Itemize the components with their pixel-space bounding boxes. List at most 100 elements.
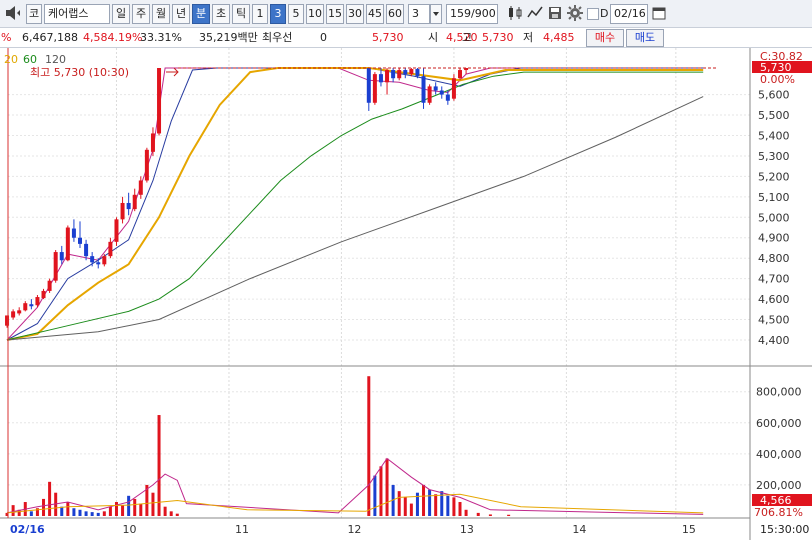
legend-ma20: 20 (4, 53, 18, 66)
period-minute-button[interactable]: 분 (192, 4, 210, 24)
volume-bar (42, 498, 46, 516)
candle-body (71, 228, 76, 238)
volume-bar (96, 512, 100, 516)
time-tick-label: 14 (572, 523, 586, 536)
top-priority-label: 최우선 (262, 31, 293, 44)
candle-body (108, 241, 113, 257)
candle-body (391, 70, 396, 79)
price-tick-label: 4,900 (758, 232, 790, 245)
period-month-button[interactable]: 월 (152, 4, 170, 24)
period-week-button[interactable]: 주 (132, 4, 150, 24)
candle-body (458, 70, 462, 79)
candle-body (150, 133, 155, 152)
indicator-icon[interactable] (526, 4, 544, 24)
d-checkbox[interactable] (587, 8, 599, 20)
candle-body (114, 219, 119, 242)
candle-body (433, 86, 438, 91)
interval-30-button[interactable]: 30 (346, 4, 364, 24)
period-second-button[interactable]: 초 (212, 4, 230, 24)
volume-tick-label: 600,000 (756, 417, 802, 430)
volume-bar (90, 512, 94, 516)
candle-body (397, 70, 402, 79)
legend-ma60: 60 (23, 53, 37, 66)
candle-body (47, 280, 52, 291)
volume-bar (403, 497, 407, 516)
volume-bar (11, 505, 15, 516)
price-tick-label: 5,000 (758, 211, 790, 224)
candle-body (126, 202, 131, 210)
volume-bar (60, 506, 64, 516)
volume-bar (458, 502, 462, 516)
candle-body (65, 227, 70, 261)
high-value: 5,730 (482, 31, 514, 44)
interval-45-button[interactable]: 45 (366, 4, 384, 24)
stock-name-field[interactable]: 케어랩스 (44, 4, 110, 24)
volume-bar (163, 506, 167, 516)
volume-bar (114, 502, 118, 516)
volume-bar (127, 495, 131, 516)
volume-bar (175, 513, 179, 516)
interval-60-button[interactable]: 60 (386, 4, 404, 24)
buy-button[interactable]: 매수 (586, 29, 624, 47)
candle-type-icon[interactable] (506, 4, 524, 24)
candle-body (78, 237, 82, 244)
interval-input[interactable]: 3 (408, 4, 430, 24)
volume-bar (488, 514, 492, 516)
volume-bar (452, 497, 456, 516)
candle-body (439, 90, 444, 95)
percent-marker: % (1, 31, 12, 44)
period-day-button[interactable]: 일 (112, 4, 130, 24)
volume-bar (434, 494, 438, 516)
volume-change-tag: 706.81% (754, 506, 803, 519)
candle-body (144, 149, 149, 181)
candle-body (35, 297, 40, 306)
volume-bar (139, 503, 143, 516)
volume-bar (169, 511, 173, 516)
price-tick-label: 5,100 (758, 191, 790, 204)
price-tick-label: 5,300 (758, 150, 790, 163)
candle-body (53, 252, 58, 281)
volume-bar (367, 376, 371, 516)
speaker-icon[interactable] (2, 4, 24, 24)
candle-body (138, 180, 143, 195)
candle-body (90, 256, 95, 263)
price-tick-label: 5,600 (758, 89, 790, 102)
time-tick-label: 02/16 (10, 523, 45, 536)
price-tick-label: 4,800 (758, 252, 790, 265)
interval-5-button[interactable]: 5 (288, 4, 304, 24)
volume-tick-label: 800,000 (756, 386, 802, 399)
interval-10-button[interactable]: 10 (306, 4, 324, 24)
price-tick-label: 4,700 (758, 273, 790, 286)
volume-bar (72, 508, 76, 516)
interval-3-button[interactable]: 3 (270, 4, 286, 24)
gear-icon[interactable] (566, 4, 584, 24)
market-type-button[interactable]: 코 (26, 4, 42, 24)
candle-body (41, 290, 46, 299)
candle-body (11, 311, 16, 318)
interval-15-button[interactable]: 15 (326, 4, 344, 24)
save-icon[interactable] (546, 4, 564, 24)
chevron-down-icon[interactable] (430, 4, 442, 24)
period-year-button[interactable]: 년 (172, 4, 190, 24)
calendar-icon[interactable] (650, 4, 668, 24)
volume-bar (385, 458, 389, 516)
toolbar: 코 케어랩스 일 주 월 년 분 초 틱 1 3 5 10 15 30 45 6… (0, 0, 812, 28)
period-tick-button[interactable]: 틱 (232, 4, 250, 24)
volume-bar (507, 514, 511, 516)
date-field[interactable]: 02/16 (610, 4, 648, 24)
candle-body (427, 86, 432, 103)
sell-button[interactable]: 매도 (626, 29, 664, 47)
count-field[interactable]: 159/900 (446, 4, 498, 24)
volume-bar (428, 489, 432, 516)
volume-bar (397, 491, 401, 516)
interval-1-button[interactable]: 1 (252, 4, 268, 24)
time-tag: 15:30:00 (760, 523, 809, 536)
high-annotation: 최고 5,730 (10:30) (30, 66, 129, 79)
candle-body (23, 303, 28, 311)
volume-bar (422, 484, 426, 516)
stock-chart[interactable]: 4,400 4,500 4,600 4,700 4,800 4,900 5,000 5,100… (0, 48, 812, 540)
candle-body (385, 70, 390, 83)
time-tick-label: 11 (235, 523, 249, 536)
candle-body (96, 262, 101, 265)
legend-ma120: 120 (45, 53, 66, 66)
